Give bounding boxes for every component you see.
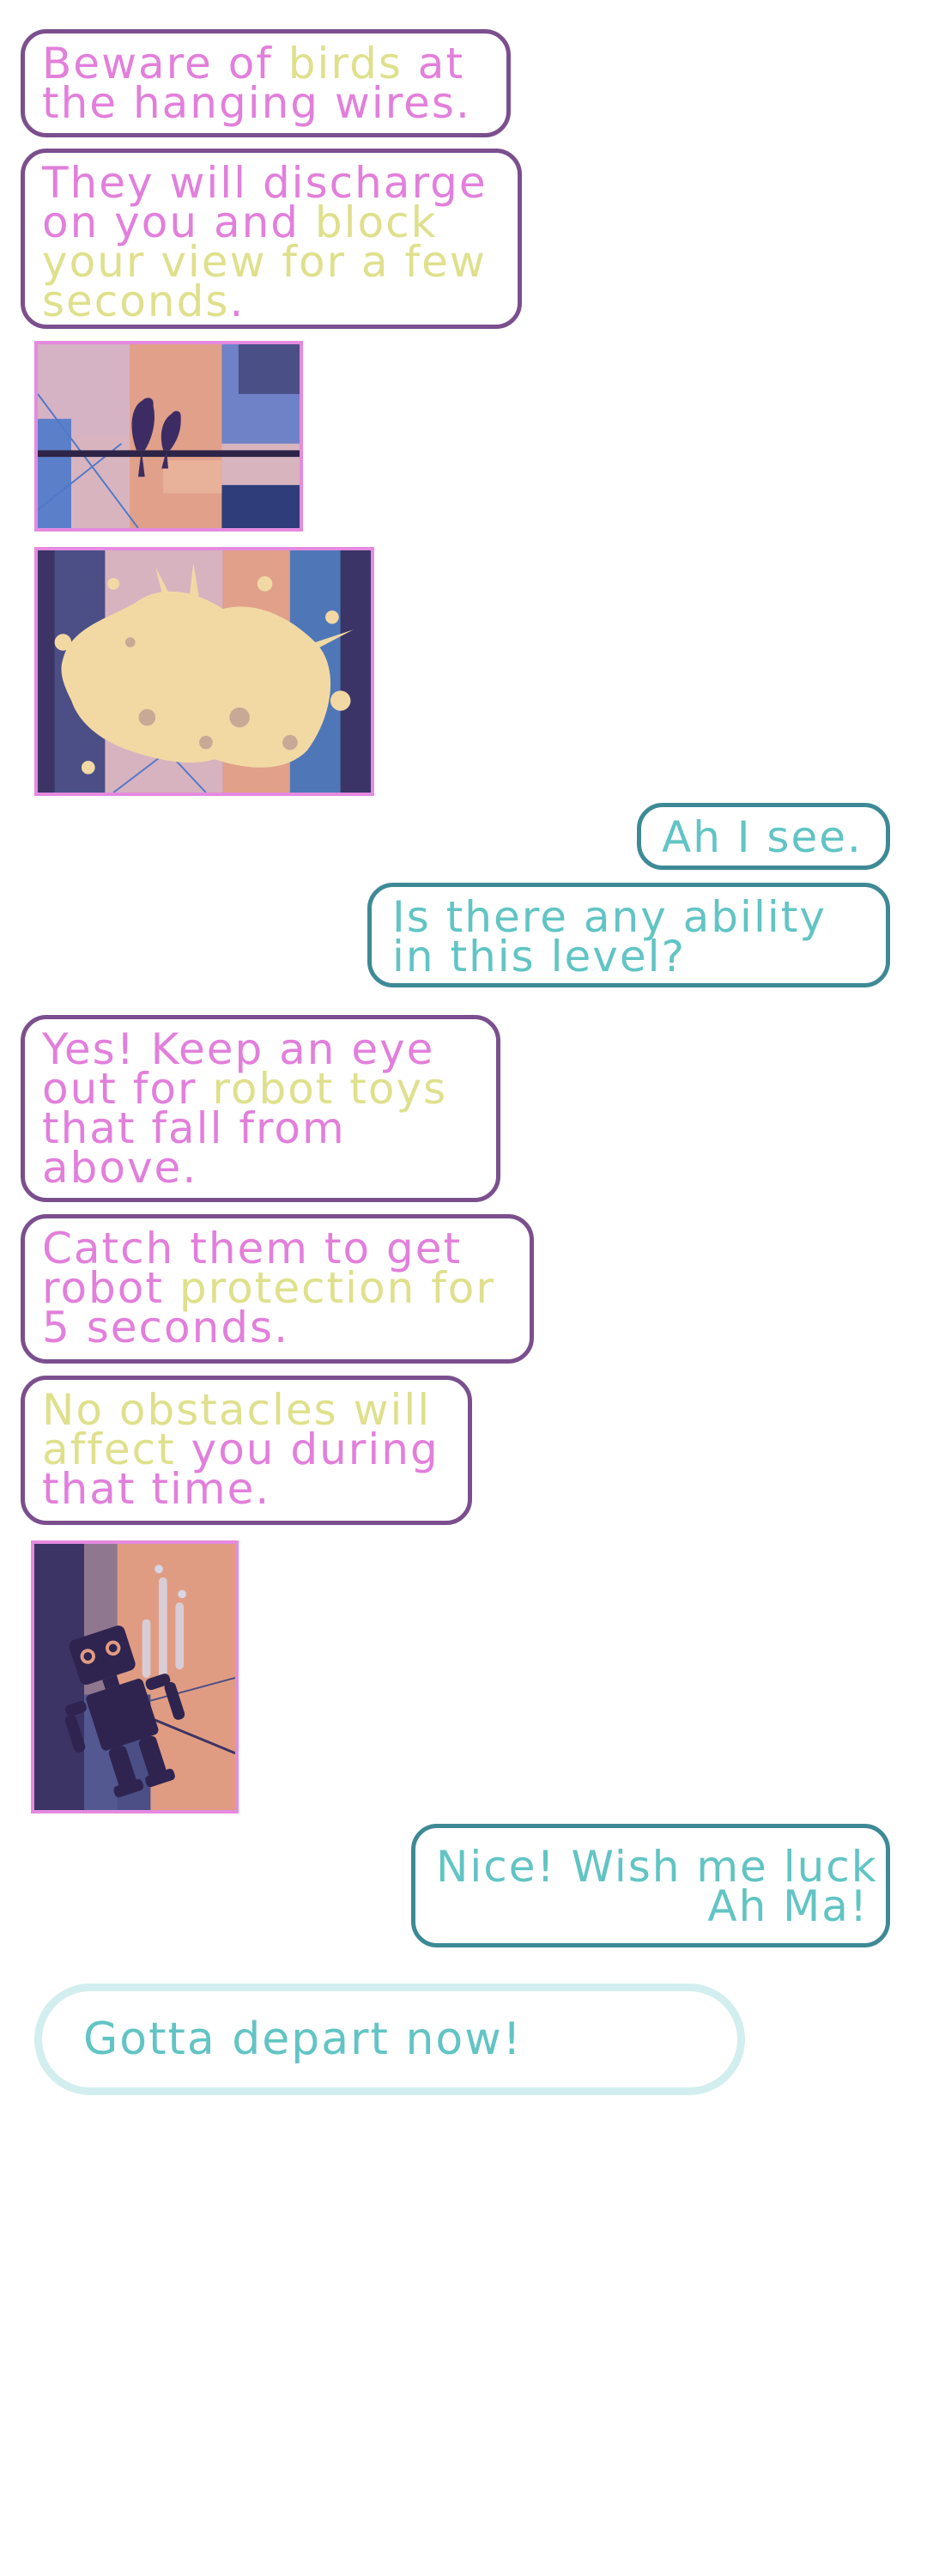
bird-dropping-splat-illustration (38, 550, 371, 793)
reply-option-label: Gotta depart now! (83, 2014, 523, 2065)
robot-toy-image[interactable] (31, 1540, 239, 1814)
birds-on-wire-image[interactable] (34, 341, 303, 532)
message-bubble-mom: They will discharge on you and block you… (21, 149, 522, 329)
message-bubble-mom: Yes! Keep an eye out for robot toys that… (21, 1015, 500, 1202)
message-line: the hanging wires. (42, 78, 471, 128)
message-line: in this level? (392, 932, 687, 981)
message-bubble-player: Nice! Wish me luck Ah Ma! (411, 1824, 890, 1947)
message-text: . (229, 276, 245, 326)
message-line: above. (42, 1143, 198, 1193)
message-line: 5 seconds. (42, 1303, 289, 1352)
birds-on-wire-illustration (38, 344, 300, 528)
message-line: that time. (42, 1464, 271, 1514)
falling-robot-toy-illustration (34, 1544, 235, 1810)
message-bubble-mom: Catch them to get robot protection for 5… (21, 1214, 534, 1364)
reply-option-button[interactable]: Gotta depart now! (34, 1984, 745, 2095)
message-line: Ah I see. (662, 812, 863, 862)
message-line: Ah Ma! (707, 1881, 869, 1931)
bird-dropping-splat-image[interactable] (34, 547, 374, 796)
message-bubble-player: Is there any ability in this level? (367, 883, 890, 987)
message-text-highlight: seconds (42, 276, 230, 326)
message-bubble-mom: Beware of birds at the hanging wires. (21, 29, 511, 137)
message-line: seconds. (42, 280, 506, 323)
message-bubble-mom: No obstacles will affect you during that… (21, 1376, 472, 1525)
message-bubble-player: Ah I see. (637, 803, 890, 870)
